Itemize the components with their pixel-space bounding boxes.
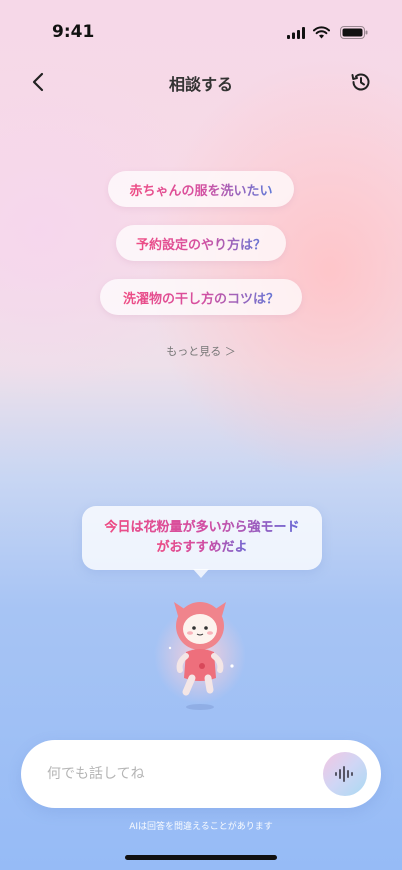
battery-icon — [340, 26, 368, 39]
signal-icon — [287, 27, 305, 39]
status-bar: 9:41 — [0, 0, 402, 60]
suggestion-chip-label: 赤ちゃんの服を洗いたい — [129, 180, 272, 199]
suggestion-chip-label: 予約設定のやり方は？ — [136, 234, 266, 253]
page-title: 相談する — [168, 75, 233, 94]
message-input-bar — [21, 740, 381, 808]
speech-bubble-tail — [193, 569, 209, 578]
assistant-message-line-2: がおすすめだよ — [156, 540, 248, 555]
status-time: 9:41 — [52, 22, 95, 42]
home-indicator — [125, 855, 277, 860]
suggestion-chip-drying-tips[interactable]: 洗濯物の干し方のコツは？ — [100, 279, 302, 315]
wifi-icon — [313, 26, 330, 39]
suggestion-chip-label: 洗濯物の干し方のコツは？ — [123, 288, 279, 307]
nav-bar: 相談する — [0, 60, 402, 104]
voice-input-button[interactable] — [323, 752, 367, 796]
history-button[interactable] — [348, 69, 374, 95]
ai-disclaimer: AIは回答を間違えることがあります — [129, 822, 273, 832]
assistant-speech-bubble: 今日は花粉量が多いから強モード がおすすめだよ — [82, 506, 322, 570]
voice-waveform-icon — [335, 766, 353, 782]
suggestion-chip-reservation[interactable]: 予約設定のやり方は？ — [116, 225, 286, 261]
history-icon — [351, 73, 370, 91]
mascot-character — [154, 602, 246, 710]
assistant-message-line-1: 今日は花粉量が多いから強モード — [104, 520, 300, 535]
suggestion-chip-baby-clothes[interactable]: 赤ちゃんの服を洗いたい — [108, 171, 294, 207]
assistant-message: 今日は花粉量が多いから強モード がおすすめだよ — [104, 518, 299, 558]
message-input[interactable] — [47, 758, 307, 790]
see-more-link[interactable]: もっと見る ＞ — [0, 343, 402, 359]
